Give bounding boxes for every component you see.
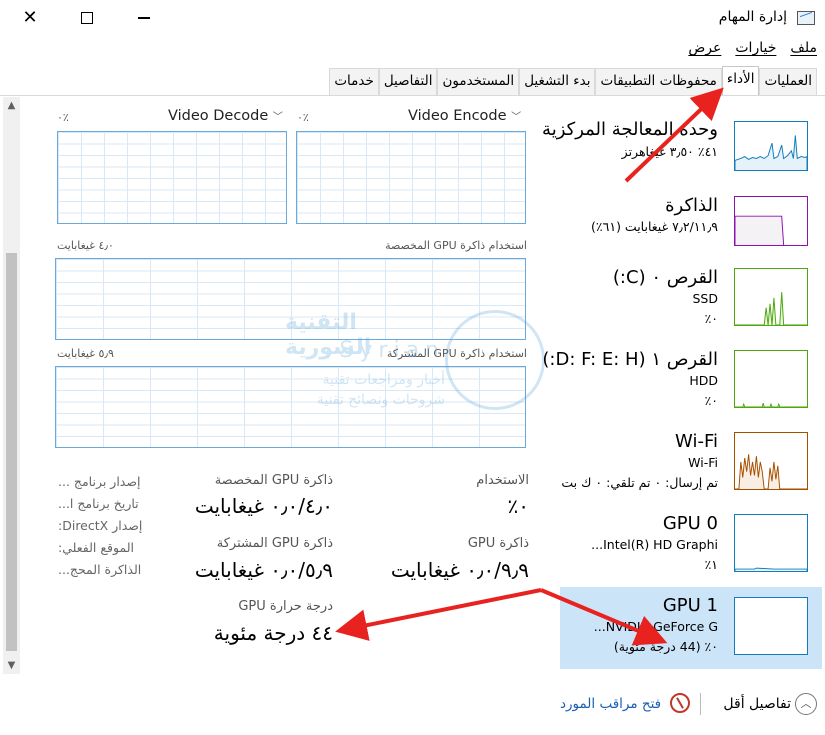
shared-memory-max: ٥٫٩ غيغابايت: [57, 347, 114, 360]
video-decode-graph: [57, 131, 287, 224]
watermark-line4: شروحات ونصائح تقنية: [316, 392, 445, 408]
side-item-memory[interactable]: الذاكرة ٧٫٢/١١٫٩ غيغابايت (٦١٪): [560, 181, 822, 263]
side-item-value: ٠٪ (44 درجة مئوية): [613, 639, 718, 654]
side-item-gpu0[interactable]: GPU 0 Intel(R) HD Graphi... ١٪: [560, 509, 822, 591]
scrollbar-thumb[interactable]: [6, 253, 17, 651]
task-manager-app-icon: [797, 11, 815, 25]
menu-file[interactable]: ملف: [790, 40, 817, 56]
shared-memory-label: ذاكرة GPU المشتركة: [216, 536, 333, 551]
close-icon[interactable]: ✕: [7, 0, 53, 36]
video-decode-dropdown[interactable]: Video Decode ﹀: [168, 108, 283, 124]
resource-monitor-icon[interactable]: [670, 693, 690, 713]
side-item-sub: ٤١٪ ٣٫٥٠ غيغاهرتز: [621, 144, 718, 159]
disk1-mini-graph: [734, 350, 808, 408]
cpu-mini-graph: [734, 121, 808, 171]
temperature-label: درجة حرارة GPU: [238, 599, 333, 614]
chevron-up-icon[interactable]: ︿: [795, 693, 817, 715]
dedicated-memory-max: ٤٫٠ غيغابايت: [57, 239, 114, 252]
scroll-down-icon[interactable]: ▼: [3, 657, 20, 674]
minimize-icon[interactable]: [121, 0, 167, 36]
side-item-sub: Intel(R) HD Graphi...: [591, 537, 718, 552]
side-item-name: القرص ١ (D: F: E: H:): [542, 349, 718, 370]
side-item-disk0[interactable]: القرص ٠ (C:) SSD ٠٪: [560, 263, 822, 345]
gpu0-mini-graph: [734, 514, 808, 572]
gpu-memory-label: ذاكرة GPU: [467, 536, 529, 551]
menu-view[interactable]: عرض: [688, 40, 721, 56]
tab-performance[interactable]: الأداء: [721, 66, 760, 95]
menu-bar: ملف خيارات عرض: [688, 40, 817, 56]
side-item-name: القرص ٠ (C:): [612, 267, 718, 288]
video-decode-percent: ٠٪: [57, 111, 69, 124]
directx-version-label: إصدار DirectX:: [58, 518, 143, 533]
tab-details[interactable]: التفاصيل: [378, 68, 438, 95]
tab-startup[interactable]: بدء التشغيل: [519, 68, 596, 95]
side-item-sub: Wi-Fi: [688, 455, 718, 470]
side-item-sub: ٧٫٢/١١٫٩ غيغابايت (٦١٪): [591, 219, 718, 234]
watermark-line3: أخبار ومراجعات تقنية: [322, 372, 445, 388]
tab-users[interactable]: المستخدمون: [437, 68, 520, 95]
dedicated-memory-label: ذاكرة GPU المخصصة: [214, 473, 333, 488]
side-item-cpu[interactable]: وحدة المعالجة المركزية ٤١٪ ٣٫٥٠ غيغاهرتز: [542, 99, 822, 181]
physical-location-label: الموقع الفعلي:: [58, 540, 134, 555]
shared-memory-value: ٠٫٠/٥٫٩ غيغابايت: [194, 558, 333, 582]
reserved-memory-label: الذاكرة المحج...: [58, 562, 142, 577]
video-encode-label: Video Encode: [408, 108, 507, 124]
watermark-line2: Syrian: [339, 338, 445, 363]
side-item-wifi[interactable]: Wi-Fi Wi-Fi تم إرسال: ٠ تم تلقي: ٠ ك بت: [560, 427, 822, 509]
side-item-sub: HDD: [689, 373, 718, 388]
utilization-label: الاستخدام: [476, 473, 529, 488]
side-item-sub: NVIDIA GeForce G...: [593, 619, 718, 634]
side-item-value: ٠٪: [704, 393, 718, 408]
side-item-sub: SSD: [692, 291, 719, 306]
video-encode-dropdown[interactable]: Video Encode ﹀: [408, 108, 521, 124]
dedicated-memory-value: ٠٫٠/٤٫٠ غيغابايت: [194, 494, 333, 518]
video-encode-percent: ٠٪: [297, 111, 309, 124]
side-item-name: Wi-Fi: [675, 431, 718, 452]
window-title: إدارة المهام: [718, 9, 787, 25]
dedicated-memory-usage-label: استخدام ذاكرة GPU المخصصة: [385, 239, 527, 252]
tab-services[interactable]: خدمات: [329, 68, 379, 95]
side-item-name: الذاكرة: [665, 195, 718, 216]
driver-date-label: تاريخ برنامج ا...: [58, 496, 139, 511]
tab-bar: العمليات الأداء محفوظات التطبيقات بدء ال…: [329, 66, 817, 95]
side-item-value: ١٪: [704, 557, 718, 572]
video-encode-graph: [296, 131, 526, 224]
driver-version-label: إصدار برنامج ...: [58, 474, 141, 489]
watermark-globe-icon: [445, 310, 545, 410]
scrollbar[interactable]: ▲ ▼: [3, 97, 20, 674]
disk0-mini-graph: [734, 268, 808, 326]
maximize-icon[interactable]: [64, 0, 110, 36]
menu-options[interactable]: خيارات: [735, 40, 776, 56]
tab-app-history[interactable]: محفوظات التطبيقات: [595, 68, 722, 95]
scroll-up-icon[interactable]: ▲: [3, 97, 20, 114]
side-item-value: ٠٪: [704, 311, 718, 326]
side-item-name: GPU 0: [662, 513, 718, 534]
wifi-mini-graph: [734, 432, 808, 490]
chevron-down-icon: ﹀: [272, 112, 283, 123]
footer-separator: [700, 693, 701, 715]
tab-content-border: [0, 95, 825, 96]
chevron-down-icon: ﹀: [511, 112, 522, 123]
open-resource-monitor-link[interactable]: فتح مراقب المورد: [560, 696, 661, 712]
side-item-disk1[interactable]: القرص ١ (D: F: E: H:) HDD ٠٪: [542, 345, 822, 427]
gpu-memory-value: ٠٫٠/٩٫٩ غيغابايت: [390, 558, 529, 582]
fewer-details-button[interactable]: تفاصيل أقل: [723, 696, 791, 712]
watermark-logo: التقنية السورية Syrian أخبار ومراجعات تق…: [285, 310, 545, 425]
arrow-to-temperature-value: [335, 588, 542, 641]
side-item-gpu1[interactable]: GPU 1 NVIDIA GeForce G... ٠٪ (44 درجة مئ…: [560, 587, 822, 669]
video-decode-label: Video Decode: [168, 108, 269, 124]
tab-processes[interactable]: العمليات: [759, 68, 817, 95]
gpu1-mini-graph: [734, 597, 808, 655]
temperature-value: ٤٤ درجة مئوية: [213, 621, 333, 645]
side-item-value: تم إرسال: ٠ تم تلقي: ٠ ك بت: [561, 475, 718, 490]
utilization-value: ٠٪: [507, 494, 530, 518]
memory-mini-graph: [734, 196, 808, 246]
side-item-name: GPU 1: [662, 595, 718, 616]
side-item-name: وحدة المعالجة المركزية: [542, 119, 718, 140]
